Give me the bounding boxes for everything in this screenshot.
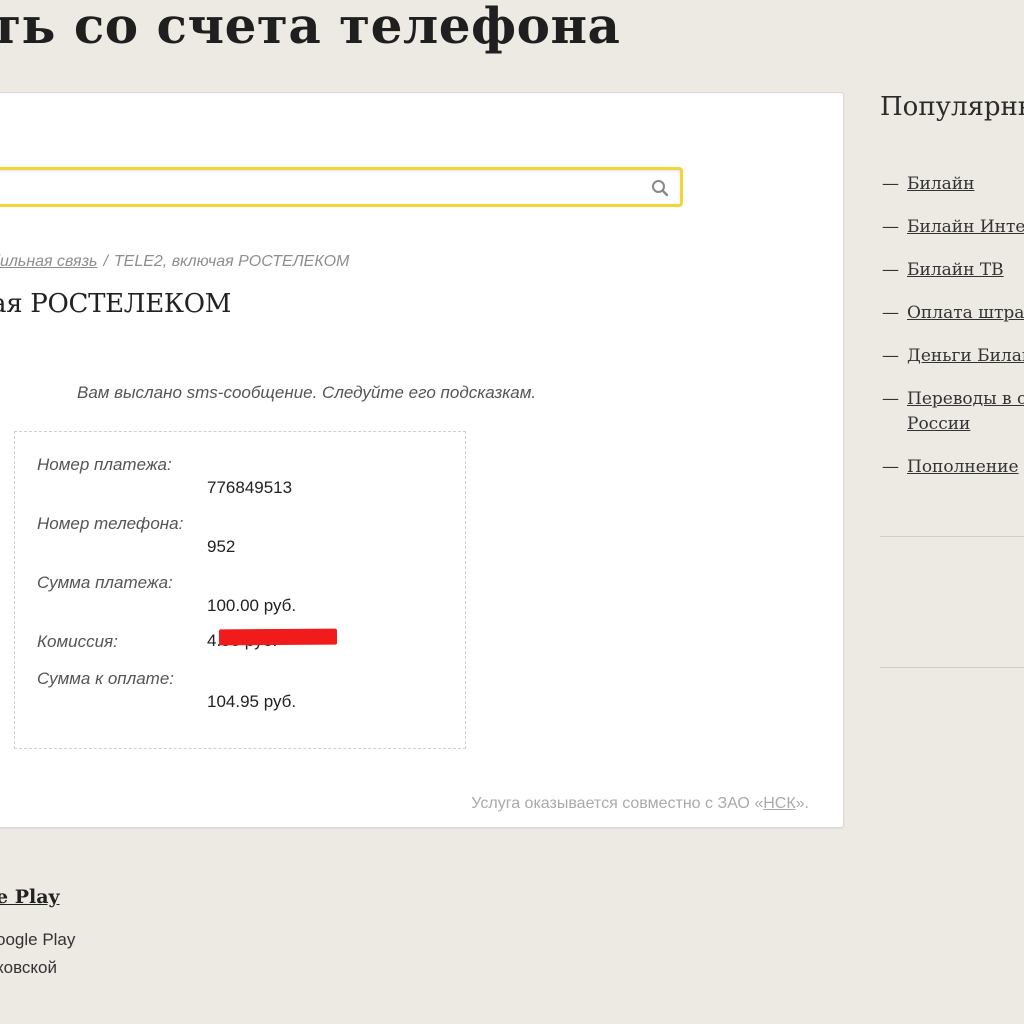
service-note-prefix: Услуга оказывается совместно с ЗАО « xyxy=(471,795,764,812)
sidebar-link[interactable]: Билайн xyxy=(907,174,974,194)
breadcrumb: бильная связь / TELE2, включая РОСТЕЛЕКОМ xyxy=(0,253,349,271)
detail-value: 104.95 руб. xyxy=(207,692,297,711)
sidebar-link[interactable]: Билайн ТВ xyxy=(907,260,1004,280)
breadcrumb-current: TELE2, включая РОСТЕЛЕКОМ xyxy=(113,253,350,270)
sidebar-link[interactable]: Оплата штраф xyxy=(907,303,1024,323)
dash: — xyxy=(882,457,899,477)
sidebar-link[interactable]: Переводы в о xyxy=(907,389,1024,409)
service-note: Услуга оказывается совместно с ЗАО «НСК»… xyxy=(471,795,809,813)
dash: — xyxy=(882,389,899,409)
sidebar-item-transfers[interactable]: — Переводы в о России xyxy=(882,387,1024,437)
dash: — xyxy=(882,303,899,323)
search-box[interactable] xyxy=(0,167,683,207)
sidebar-link[interactable]: Деньги Билай xyxy=(907,346,1024,366)
footer-line-google-play: oogle Play xyxy=(0,930,76,949)
search-icon[interactable] xyxy=(650,178,670,198)
detail-value: 952 xyxy=(207,537,236,556)
sidebar-link-line2[interactable]: России xyxy=(882,412,1024,437)
dash: — xyxy=(882,217,899,237)
sidebar-link[interactable]: Пополнение xyxy=(907,457,1019,477)
sidebar-item-topup[interactable]: — Пополнение xyxy=(882,455,1019,480)
provider-title: ая РОСТЕЛЕКОМ xyxy=(0,289,232,319)
sidebar-item-beeline[interactable]: — Билайн xyxy=(882,172,974,197)
detail-value: 100.00 руб. xyxy=(207,596,297,615)
detail-label: Номер телефона: xyxy=(37,514,184,533)
service-note-suffix: ». xyxy=(795,795,809,812)
sidebar-item-beeline-internet[interactable]: — Билайн Интер xyxy=(882,215,1024,240)
detail-label: Сумма к оплате: xyxy=(37,669,175,688)
page-title: ть со счета телефона xyxy=(0,0,621,55)
sidebar-item-fines[interactable]: — Оплата штраф xyxy=(882,301,1024,326)
nsk-link[interactable]: НСК xyxy=(763,795,795,812)
search-input[interactable] xyxy=(0,170,630,204)
breadcrumb-link-mobile[interactable]: бильная связь xyxy=(0,253,97,270)
sidebar-item-beeline-money[interactable]: — Деньги Билай xyxy=(882,344,1024,369)
dash: — xyxy=(882,346,899,366)
redaction-mark xyxy=(218,628,338,646)
sidebar-divider xyxy=(880,536,1024,537)
breadcrumb-separator: / xyxy=(103,253,108,270)
sidebar-link[interactable]: Билайн Интер xyxy=(907,217,1024,237)
sms-message: Вам выслано sms-сообщение. Следуйте его … xyxy=(77,383,537,402)
dash: — xyxy=(882,260,899,280)
detail-label: Сумма платежа: xyxy=(37,573,173,592)
footer-google-play-title[interactable]: e Play xyxy=(0,886,60,908)
sidebar-item-beeline-tv[interactable]: — Билайн ТВ xyxy=(882,258,1004,283)
footer-line-address: ковской xyxy=(0,958,58,977)
sidebar-title: Популярны xyxy=(880,92,1024,122)
payment-details-box: Номер платежа: 776849513 Номер телефона:… xyxy=(14,431,466,749)
detail-label: Номер платежа: xyxy=(37,455,172,474)
sidebar-divider xyxy=(880,667,1024,668)
payment-card: бильная связь / TELE2, включая РОСТЕЛЕКОМ … xyxy=(0,92,844,828)
dash: — xyxy=(882,174,899,194)
detail-value: 776849513 xyxy=(207,478,293,497)
detail-label: Комиссия: xyxy=(37,632,118,651)
